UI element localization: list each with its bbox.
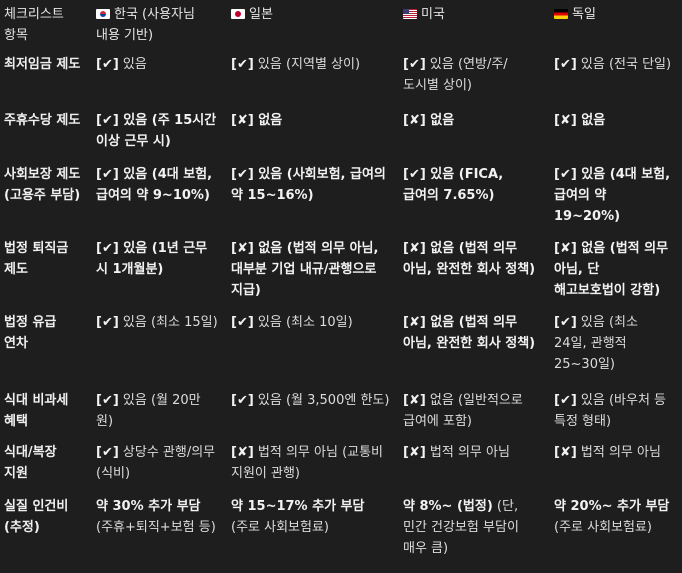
cell-de: [✔] 있음 (최소 24일, 관행적 25~30일) [554,315,638,372]
jp-flag-icon [231,9,245,19]
cell-jp: [✔] 있음 (사회보험, 급여의 약 15~16%) [231,167,386,203]
cell-us: [✘] 없음 (일반적으로 급여에 포함) [403,393,523,429]
cell-jp: [✔] 있음 (지역별 상이) [231,57,361,72]
table-row: 식대/복장 지원 [✔] 상당수 관행/의무 (식비) [✘] 법적 의무 아님… [0,442,682,496]
cell-us: [✘] 없음 (법적 의무 아님, 완전한 회사 정책) [403,241,536,277]
row-label: 사회보장 제도 (고용주 부담) [4,167,81,203]
table-row: 사회보장 제도 (고용주 부담) [✔] 있음 (4대 보험, 급여의 약 9~… [0,164,682,238]
cell-de: [✘] 없음 [554,113,606,128]
cell-de: [✔] 있음 (바우처 등 특정 형태) [554,393,667,429]
cell-kr: 약 30% 추가 부담 (주휴+퇴직+보험 등) [96,499,216,535]
row-label: 법정 유급 연차 [4,315,57,351]
table-row: 주휴수당 제도 [✔] 있음 (주 15시간 이상 근무 시) [✘] 없음 [… [0,110,682,164]
us-flag-icon [403,9,417,19]
row-label: 최저임금 제도 [4,57,81,72]
header-germany: 독일 [550,0,682,54]
table-row: 법정 유급 연차 [✔] 있음 (최소 15일) [✔] 있음 (최소 10일)… [0,312,682,390]
table-row: 식대 비과세 혜택 [✔] 있음 (월 20만 원) [✔] 있음 (월 3,5… [0,390,682,442]
cell-kr: [✔] 있음 (4대 보험, 급여의 약 9~10%) [96,167,213,203]
cell-us: [✘] 없음 (법적 의무 아님, 완전한 회사 정책) [403,315,536,351]
header-korea: 한국 (사용자님 내용 기반) [96,7,195,43]
cell-jp: [✔] 있음 (월 3,500엔 한도) [231,393,390,408]
row-label: 식대/복장 지원 [4,445,57,481]
table-header-row: 체크리스트 항목 한국 (사용자님 내용 기반) 일본 미국 독일 [0,0,682,54]
row-label: 법정 퇴직금 제도 [4,241,69,277]
cell-de: [✔] 있음 (4대 보험, 급여의 약 19~20%) [554,167,671,224]
cell-us: [✔] 있음 (FICA, 급여의 7.65%) [403,167,504,203]
header-japan: 일본 [227,0,399,54]
cell-us: [✘] 법적 의무 아님 [403,445,510,460]
cell-kr: [✔] 있음 (1년 근무 시 1개월분) [96,241,208,277]
table-row: 실질 인건비 (추정) 약 30% 추가 부담 (주휴+퇴직+보험 등) 약 1… [0,496,682,559]
cell-jp: [✘] 없음 (법적 의무 아님, 대부분 기업 내규/관행으로 지급) [231,241,379,298]
cell-us: [✔] 있음 (연방/주/도시별 상이) [403,57,508,93]
cell-jp: [✘] 법적 의무 아님 (교통비 지원이 관행) [231,445,384,481]
row-label: 주휴수당 제도 [4,113,81,128]
cell-de: [✘] 법적 의무 아님 [554,445,661,460]
cell-jp: 약 15~17% 추가 부담 (주로 사회보험료) [231,499,365,535]
cell-jp: [✔] 있음 (최소 10일) [231,315,353,330]
cell-de: 약 20%~ 추가 부담 (주로 사회보험료) [554,499,670,535]
de-flag-icon [554,9,568,19]
table-row: 법정 퇴직금 제도 [✔] 있음 (1년 근무 시 1개월분) [✘] 없음 (… [0,238,682,312]
table-row: 최저임금 제도 [✔] 있음 [✔] 있음 (지역별 상이) [✔] 있음 (연… [0,54,682,110]
cell-kr: [✔] 상당수 관행/의무 (식비) [96,445,216,481]
cell-kr: [✔] 있음 (최소 15일) [96,315,218,330]
cell-de: [✔] 있음 (전국 단일) [554,57,672,72]
cell-jp: [✘] 없음 [231,113,283,128]
comparison-table: 체크리스트 항목 한국 (사용자님 내용 기반) 일본 미국 독일 최저임금 제… [0,0,682,559]
cell-kr: [✔] 있음 (주 15시간 이상 근무 시) [96,113,217,149]
row-label: 식대 비과세 혜택 [4,393,69,429]
cell-kr: [✔] 있음 [96,57,147,72]
header-usa: 미국 [399,0,550,54]
header-checklist: 체크리스트 항목 [4,7,64,43]
cell-us: 약 8%~ (법정) (단, 민간 건강보험 부담이 매우 큼) [403,499,519,556]
cell-us: [✘] 없음 [403,113,455,128]
cell-kr: [✔] 있음 (월 20만 원) [96,393,201,429]
cell-de: [✘] 없음 (법적 의무 아님, 단 해고보호법이 강함) [554,241,669,298]
row-label: 실질 인건비 (추정) [4,499,69,535]
kr-flag-icon [96,9,110,19]
